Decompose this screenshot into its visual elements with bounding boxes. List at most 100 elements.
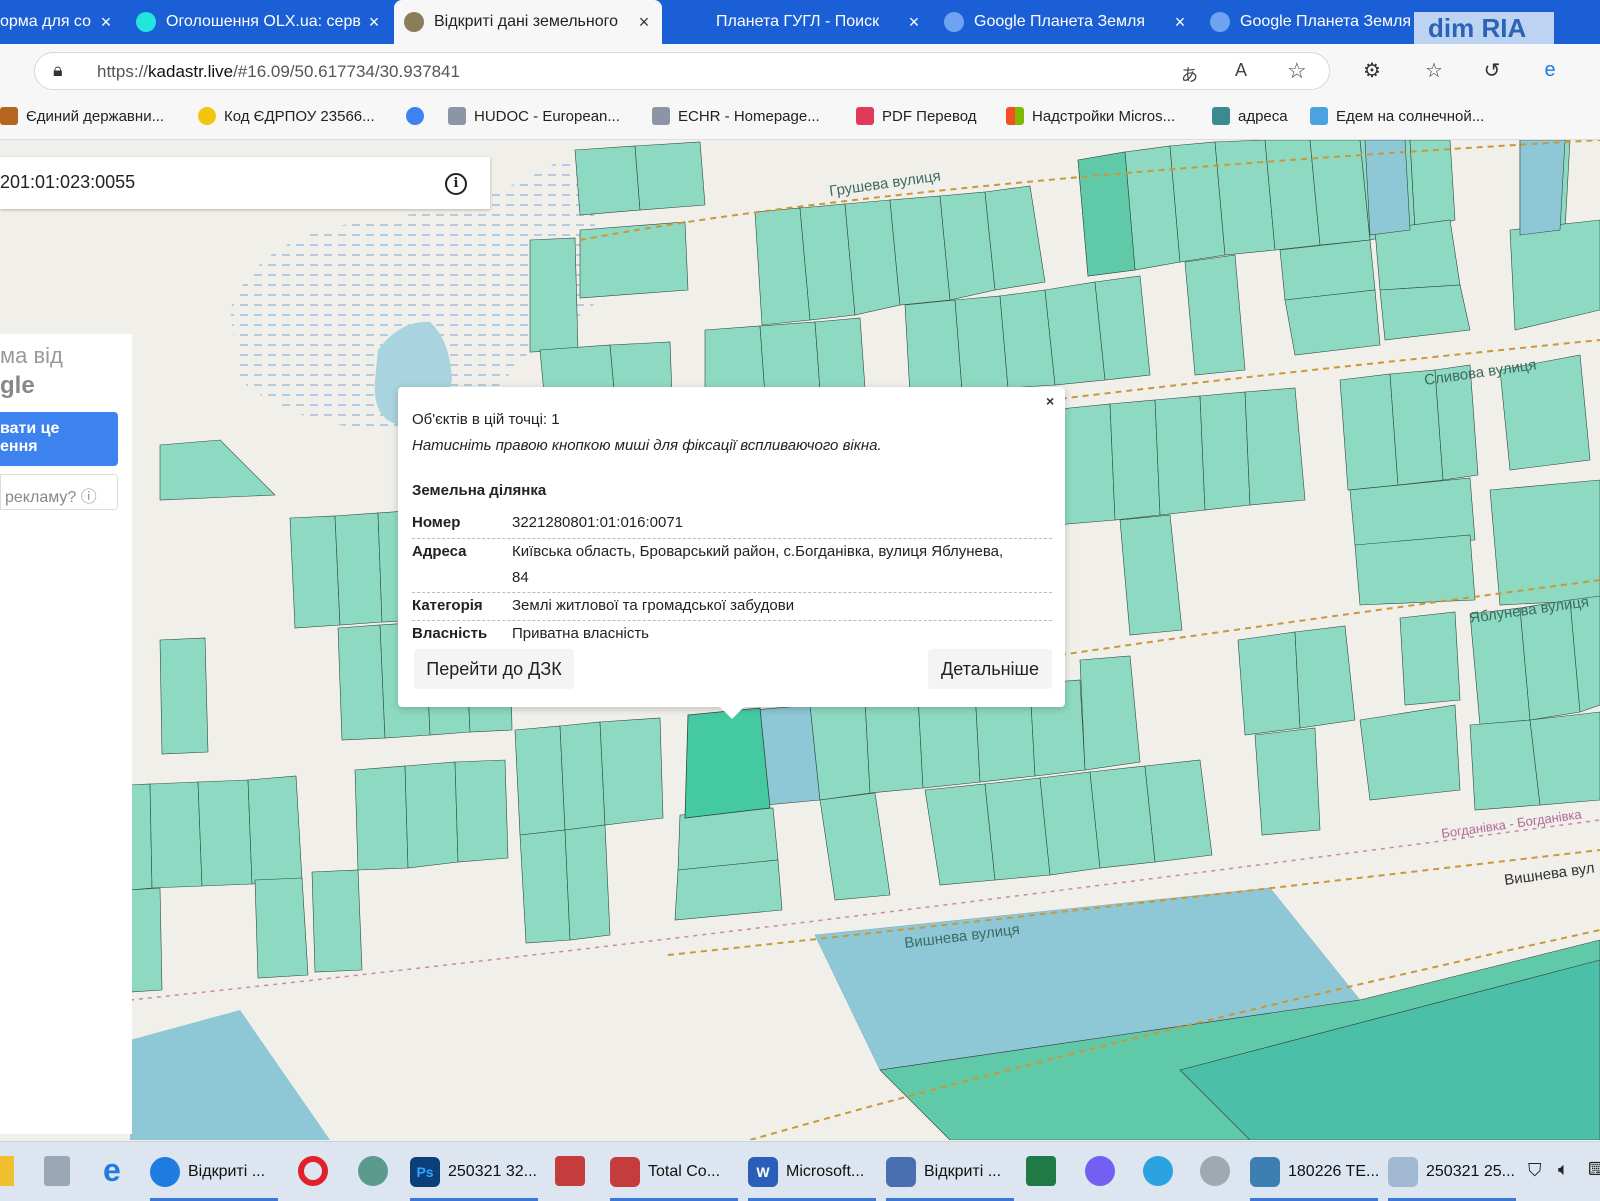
- close-icon[interactable]: ×: [96, 12, 116, 33]
- globe-icon: [406, 107, 424, 125]
- keyboard-icon[interactable]: ⌨: [1588, 1159, 1600, 1180]
- tab-google-earth[interactable]: Google Планета Земля ×: [934, 0, 1198, 44]
- go-to-dzk-button[interactable]: Перейти до ДЗК: [414, 649, 574, 689]
- taskbar: e Відкриті ... Ps 250321 32... Total Co..…: [0, 1141, 1600, 1201]
- tab-bar: орма для со × Оголошення OLX.ua: серв × …: [0, 0, 1600, 44]
- paint-icon: [1388, 1156, 1418, 1187]
- label-address: Адреса: [412, 543, 467, 560]
- pdf-icon[interactable]: [555, 1156, 585, 1186]
- parcel-search-box[interactable]: 201:01:023:0055: [0, 157, 490, 209]
- calculator-icon[interactable]: [44, 1156, 70, 1186]
- sun-icon: [1310, 107, 1328, 125]
- tab-title: Google Планета Земля: [974, 13, 1146, 30]
- viber-icon[interactable]: [1085, 1156, 1115, 1186]
- cadastral-number: 3221280801:01:016:0071: [512, 514, 684, 531]
- parcel-dark[interactable]: [1077, 151, 1136, 277]
- divider: [412, 538, 1052, 539]
- earth-icon: [944, 12, 964, 32]
- address-value-line2: 84: [512, 569, 529, 586]
- task-word[interactable]: W Microsoft...: [748, 1142, 876, 1201]
- liga-icon[interactable]: [358, 1156, 388, 1186]
- objects-count: Об'єктів в цій точці: 1: [412, 411, 560, 428]
- floppy-icon: [610, 1156, 640, 1187]
- folder-icon[interactable]: [0, 1156, 14, 1186]
- image-icon: [1250, 1156, 1280, 1187]
- volume-icon[interactable]: 🔈︎: [1558, 1159, 1569, 1180]
- close-icon[interactable]: ×: [1170, 12, 1190, 33]
- tab-title: Оголошення OLX.ua: серв: [166, 13, 361, 30]
- ownership-value: Приватна власність: [512, 625, 649, 642]
- close-icon[interactable]: ×: [364, 12, 384, 33]
- shield-icon[interactable]: ⛉: [1528, 1160, 1542, 1181]
- dimria-logo: dim RIA: [1414, 12, 1554, 44]
- popup-hint: Натисніть правою кнопкою миші для фіксац…: [412, 437, 882, 454]
- edge-icon[interactable]: e: [1536, 56, 1564, 84]
- close-icon[interactable]: ×: [904, 12, 924, 33]
- parcel-selected[interactable]: [684, 707, 771, 819]
- tab-kadastr[interactable]: Відкриті дані земельного ×: [394, 0, 662, 44]
- close-icon[interactable]: ×: [1046, 393, 1054, 409]
- tab-google-earth-2[interactable]: Google Планета Земля: [1200, 0, 1420, 44]
- favorites-icon[interactable]: ☆: [1420, 56, 1448, 84]
- task-edge[interactable]: Відкриті ...: [150, 1142, 278, 1201]
- bookmark-6[interactable]: Надстройки Micros...: [1006, 107, 1175, 125]
- divider: [412, 620, 1052, 621]
- favorite-star-icon[interactable]: ☆: [1287, 58, 1307, 84]
- info-icon[interactable]: i: [445, 173, 467, 195]
- ukraine-icon: [198, 107, 216, 125]
- task-paint[interactable]: 250321 25...: [1388, 1142, 1516, 1201]
- task-photoshop[interactable]: Ps 250321 32...: [410, 1142, 538, 1201]
- opera-icon[interactable]: [298, 1156, 328, 1186]
- address-bar-row: 🔒︎ https://kadastr.live/#16.09/50.617734…: [0, 44, 1600, 97]
- ie-icon[interactable]: e: [103, 1152, 121, 1189]
- task-image-viewer[interactable]: 180226 TE...: [1250, 1142, 1379, 1201]
- url-text[interactable]: https://kadastr.live/#16.09/50.617734/30…: [97, 62, 460, 82]
- translate-icon[interactable]: あ: [1181, 61, 1198, 86]
- pdf-icon: [856, 107, 874, 125]
- history-icon[interactable]: ↺: [1478, 56, 1506, 84]
- task-total-commander[interactable]: Total Co...: [610, 1142, 738, 1201]
- bookmark-2[interactable]: [406, 107, 432, 125]
- label-category: Категорія: [412, 597, 483, 614]
- address-value: Київська область, Броварський район, с.Б…: [512, 543, 1004, 560]
- word-icon: W: [748, 1156, 778, 1187]
- close-icon[interactable]: ×: [634, 12, 654, 33]
- tab-google-search[interactable]: Планета ГУГЛ - Поиск ×: [668, 0, 932, 44]
- building-icon: [652, 107, 670, 125]
- edge-icon: [150, 1156, 180, 1187]
- media-icon[interactable]: [1200, 1156, 1230, 1186]
- popup-pointer: [720, 707, 744, 719]
- label-number: Номер: [412, 514, 461, 531]
- read-aloud-icon[interactable]: A: [1235, 60, 1247, 81]
- olx-icon: [136, 12, 156, 32]
- excel-icon[interactable]: [1026, 1156, 1056, 1186]
- bookmark-4[interactable]: ECHR - Homepage...: [652, 107, 820, 125]
- search-input[interactable]: 201:01:023:0055: [0, 172, 135, 193]
- bookmark-7[interactable]: адреса: [1212, 107, 1288, 125]
- search-icon: [678, 12, 698, 32]
- popup-heading: Земельна ділянка: [412, 482, 547, 499]
- ad-title: ма від: [0, 343, 63, 368]
- details-button[interactable]: Детальніше: [928, 649, 1052, 689]
- lock-icon[interactable]: 🔒︎: [53, 60, 63, 81]
- extensions-icon[interactable]: ⚙: [1358, 56, 1386, 84]
- tab-0[interactable]: орма для со ×: [0, 0, 124, 44]
- telegram-icon[interactable]: [1143, 1156, 1173, 1186]
- bookmark-3[interactable]: HUDOC - European...: [448, 107, 620, 125]
- ad-hide-button[interactable]: вати це ення: [0, 412, 118, 466]
- bookmarks-bar: Єдиний державни... Код ЄДРПОУ 23566... H…: [0, 97, 1600, 140]
- tab-olx[interactable]: Оголошення OLX.ua: серв ×: [126, 0, 392, 44]
- bookmark-5[interactable]: PDF Перевод: [856, 107, 977, 125]
- address-bar[interactable]: 🔒︎ https://kadastr.live/#16.09/50.617734…: [34, 52, 1330, 90]
- parcel-blue[interactable]: [1519, 140, 1566, 236]
- category-value: Землі житлової та громадської забудови: [512, 597, 795, 614]
- address-icon: [1212, 107, 1230, 125]
- tab-title: Відкриті дані земельного: [434, 13, 619, 30]
- ad-why-button[interactable]: рекламу? ⓘ: [0, 474, 118, 510]
- task-word-doc[interactable]: Відкриті ...: [886, 1142, 1014, 1201]
- bookmark-1[interactable]: Код ЄДРПОУ 23566...: [198, 107, 375, 125]
- tab-title: орма для со: [0, 13, 91, 30]
- bookmark-0[interactable]: Єдиний державни...: [0, 107, 164, 125]
- kadastr-icon: [404, 12, 424, 32]
- bookmark-8[interactable]: Едем на солнечной...: [1310, 107, 1484, 125]
